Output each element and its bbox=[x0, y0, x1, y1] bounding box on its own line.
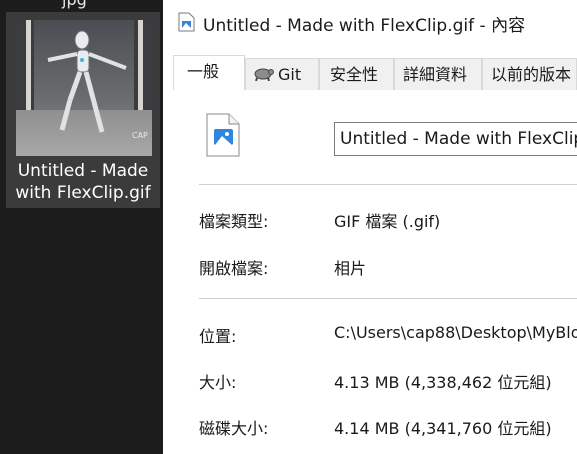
gif-file-icon bbox=[177, 12, 195, 36]
file-type-value: GIF 檔案 (.gif) bbox=[334, 212, 441, 231]
previous-file-label: jpg bbox=[62, 0, 87, 9]
size-value: 4.13 MB (4,338,462 位元組) bbox=[334, 373, 552, 392]
dialog-title: Untitled - Made with FlexClip.gif - 內容 bbox=[203, 16, 526, 36]
opens-with-label: 開啟檔案: bbox=[199, 259, 269, 278]
tab-details-label: 詳細資料 bbox=[403, 65, 468, 84]
properties-dialog: Untitled - Made with FlexClip.gif - 內容 一… bbox=[163, 0, 577, 454]
svg-text:CAP: CAP bbox=[132, 131, 148, 140]
gif-thumbnail: CAP bbox=[16, 20, 152, 156]
tab-general-label: 一般 bbox=[187, 62, 220, 81]
location-label: 位置: bbox=[199, 327, 237, 346]
robot-figure-icon: CAP bbox=[47, 30, 148, 140]
divider bbox=[199, 184, 577, 185]
divider bbox=[199, 298, 577, 299]
file-tile-gif[interactable]: CAP Untitled - Made with FlexClip.gif bbox=[6, 12, 160, 208]
tab-general[interactable]: 一般 bbox=[173, 55, 245, 91]
file-type-label: 檔案類型: bbox=[199, 212, 269, 231]
title-bar: Untitled - Made with FlexClip.gif - 內容 bbox=[163, 0, 577, 46]
gif-large-file-icon bbox=[205, 112, 241, 162]
tab-bar: 一般 Git 安全性 詳細資料 以前的版本 bbox=[173, 55, 577, 91]
tab-previous-versions[interactable]: 以前的版本 bbox=[482, 58, 577, 90]
tab-previous-versions-label: 以前的版本 bbox=[491, 65, 572, 84]
tortoise-git-icon bbox=[252, 60, 274, 91]
size-on-disk-value: 4.14 MB (4,341,760 位元組) bbox=[334, 419, 552, 438]
tab-security[interactable]: 安全性 bbox=[319, 58, 394, 90]
opens-with-value: 相片 bbox=[334, 259, 367, 278]
tab-security-label: 安全性 bbox=[330, 65, 379, 84]
tab-details[interactable]: 詳細資料 bbox=[394, 58, 482, 90]
location-value: C:\Users\cap88\Desktop\MyBlog bbox=[334, 323, 577, 342]
general-tab-panel: Untitled - Made with FlexClip.gif 檔案類型: … bbox=[173, 90, 577, 454]
size-on-disk-label: 磁碟大小: bbox=[199, 419, 269, 438]
tab-git[interactable]: Git bbox=[245, 58, 319, 90]
size-label: 大小: bbox=[199, 373, 237, 392]
tab-git-label: Git bbox=[278, 65, 302, 84]
file-tile-label: Untitled - Made with FlexClip.gif bbox=[15, 161, 151, 203]
filename-input[interactable]: Untitled - Made with FlexClip.gif bbox=[334, 122, 577, 156]
